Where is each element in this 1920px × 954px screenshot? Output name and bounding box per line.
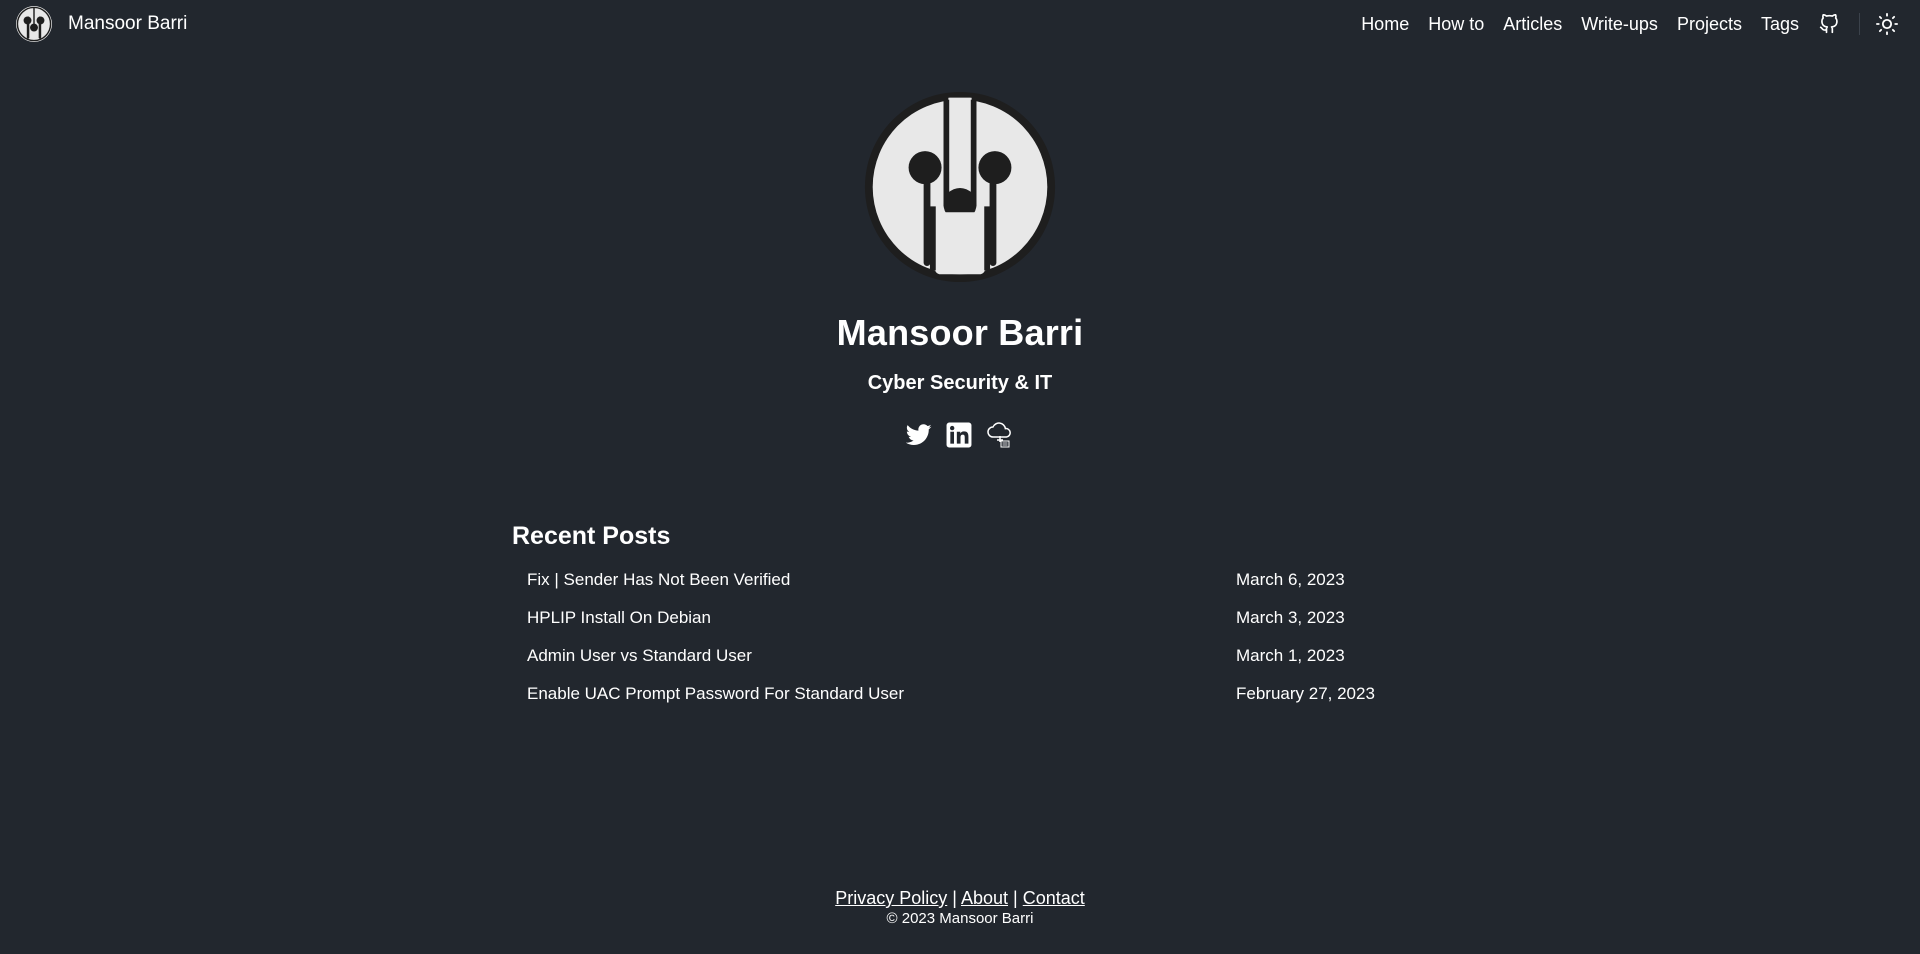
github-link[interactable] [1819,14,1839,34]
sun-icon [1876,13,1898,35]
profile-avatar [864,91,1056,283]
post-date: March 3, 2023 [1236,608,1345,627]
list-item: Admin User vs Standard User March 1, 202… [512,637,1412,675]
nav-tags[interactable]: Tags [1761,14,1799,35]
footer-link-about[interactable]: About [961,888,1008,908]
profile-subtitle: Cyber Security & IT [867,372,1053,394]
post-date: March 6, 2023 [1236,570,1345,589]
main-nav: Home How to Articles Write-ups Projects … [1342,13,1898,35]
site-footer: Privacy Policy | About | Contact © 2023 … [0,888,1920,927]
post-title-link[interactable]: Admin User vs Standard User [527,646,1236,666]
list-item: Enable UAC Prompt Password For Standard … [512,675,1412,713]
list-item: HPLIP Install On Debian March 3, 2023 [512,599,1412,637]
post-date: February 27, 2023 [1236,684,1375,703]
nav-divider [1859,13,1860,35]
recent-posts-section: Recent Posts Fix | Sender Has Not Been V… [512,522,1412,713]
footer-links: Privacy Policy | About | Contact [0,888,1920,909]
recent-posts-heading: Recent Posts [512,522,671,550]
footer-separator: | [952,888,957,908]
recent-posts-list: Fix | Sender Has Not Been Verified March… [512,561,1412,713]
linkedin-icon [946,422,972,448]
list-item: Fix | Sender Has Not Been Verified March… [512,561,1412,599]
profile-name: Mansoor Barri [836,312,1084,353]
footer-separator: | [1013,888,1018,908]
nav-home[interactable]: Home [1361,14,1409,35]
post-title-link[interactable]: Enable UAC Prompt Password For Standard … [527,684,1236,704]
post-title-link[interactable]: Fix | Sender Has Not Been Verified [527,570,1236,590]
social-links [906,421,1014,449]
circuit-logo-icon [16,6,52,42]
footer-copyright: © 2023 Mansoor Barri [886,910,1034,927]
footer-link-privacy-policy[interactable]: Privacy Policy [835,888,947,908]
nav-write-ups[interactable]: Write-ups [1581,14,1658,35]
twitter-link[interactable] [906,424,932,446]
twitter-icon [906,424,932,445]
nav-projects[interactable]: Projects [1677,14,1742,35]
nav-how-to[interactable]: How to [1428,14,1484,35]
post-title-link[interactable]: HPLIP Install On Debian [527,608,1236,628]
nav-articles[interactable]: Articles [1503,14,1562,35]
github-icon [1819,14,1838,34]
profile-section: Mansoor Barri Cyber Security & IT [0,90,1920,449]
site-brand-link[interactable]: Mansoor Barri [16,6,187,42]
theme-toggle-button[interactable] [1876,13,1898,35]
site-title: Mansoor Barri [68,13,188,34]
post-date: March 1, 2023 [1236,646,1345,665]
cloud-icon [987,422,1011,448]
footer-link-contact[interactable]: Contact [1023,888,1085,908]
cloud-link[interactable] [986,421,1014,449]
linkedin-link[interactable] [946,422,972,448]
site-header: Mansoor Barri Home How to Articles Write… [0,0,1920,48]
